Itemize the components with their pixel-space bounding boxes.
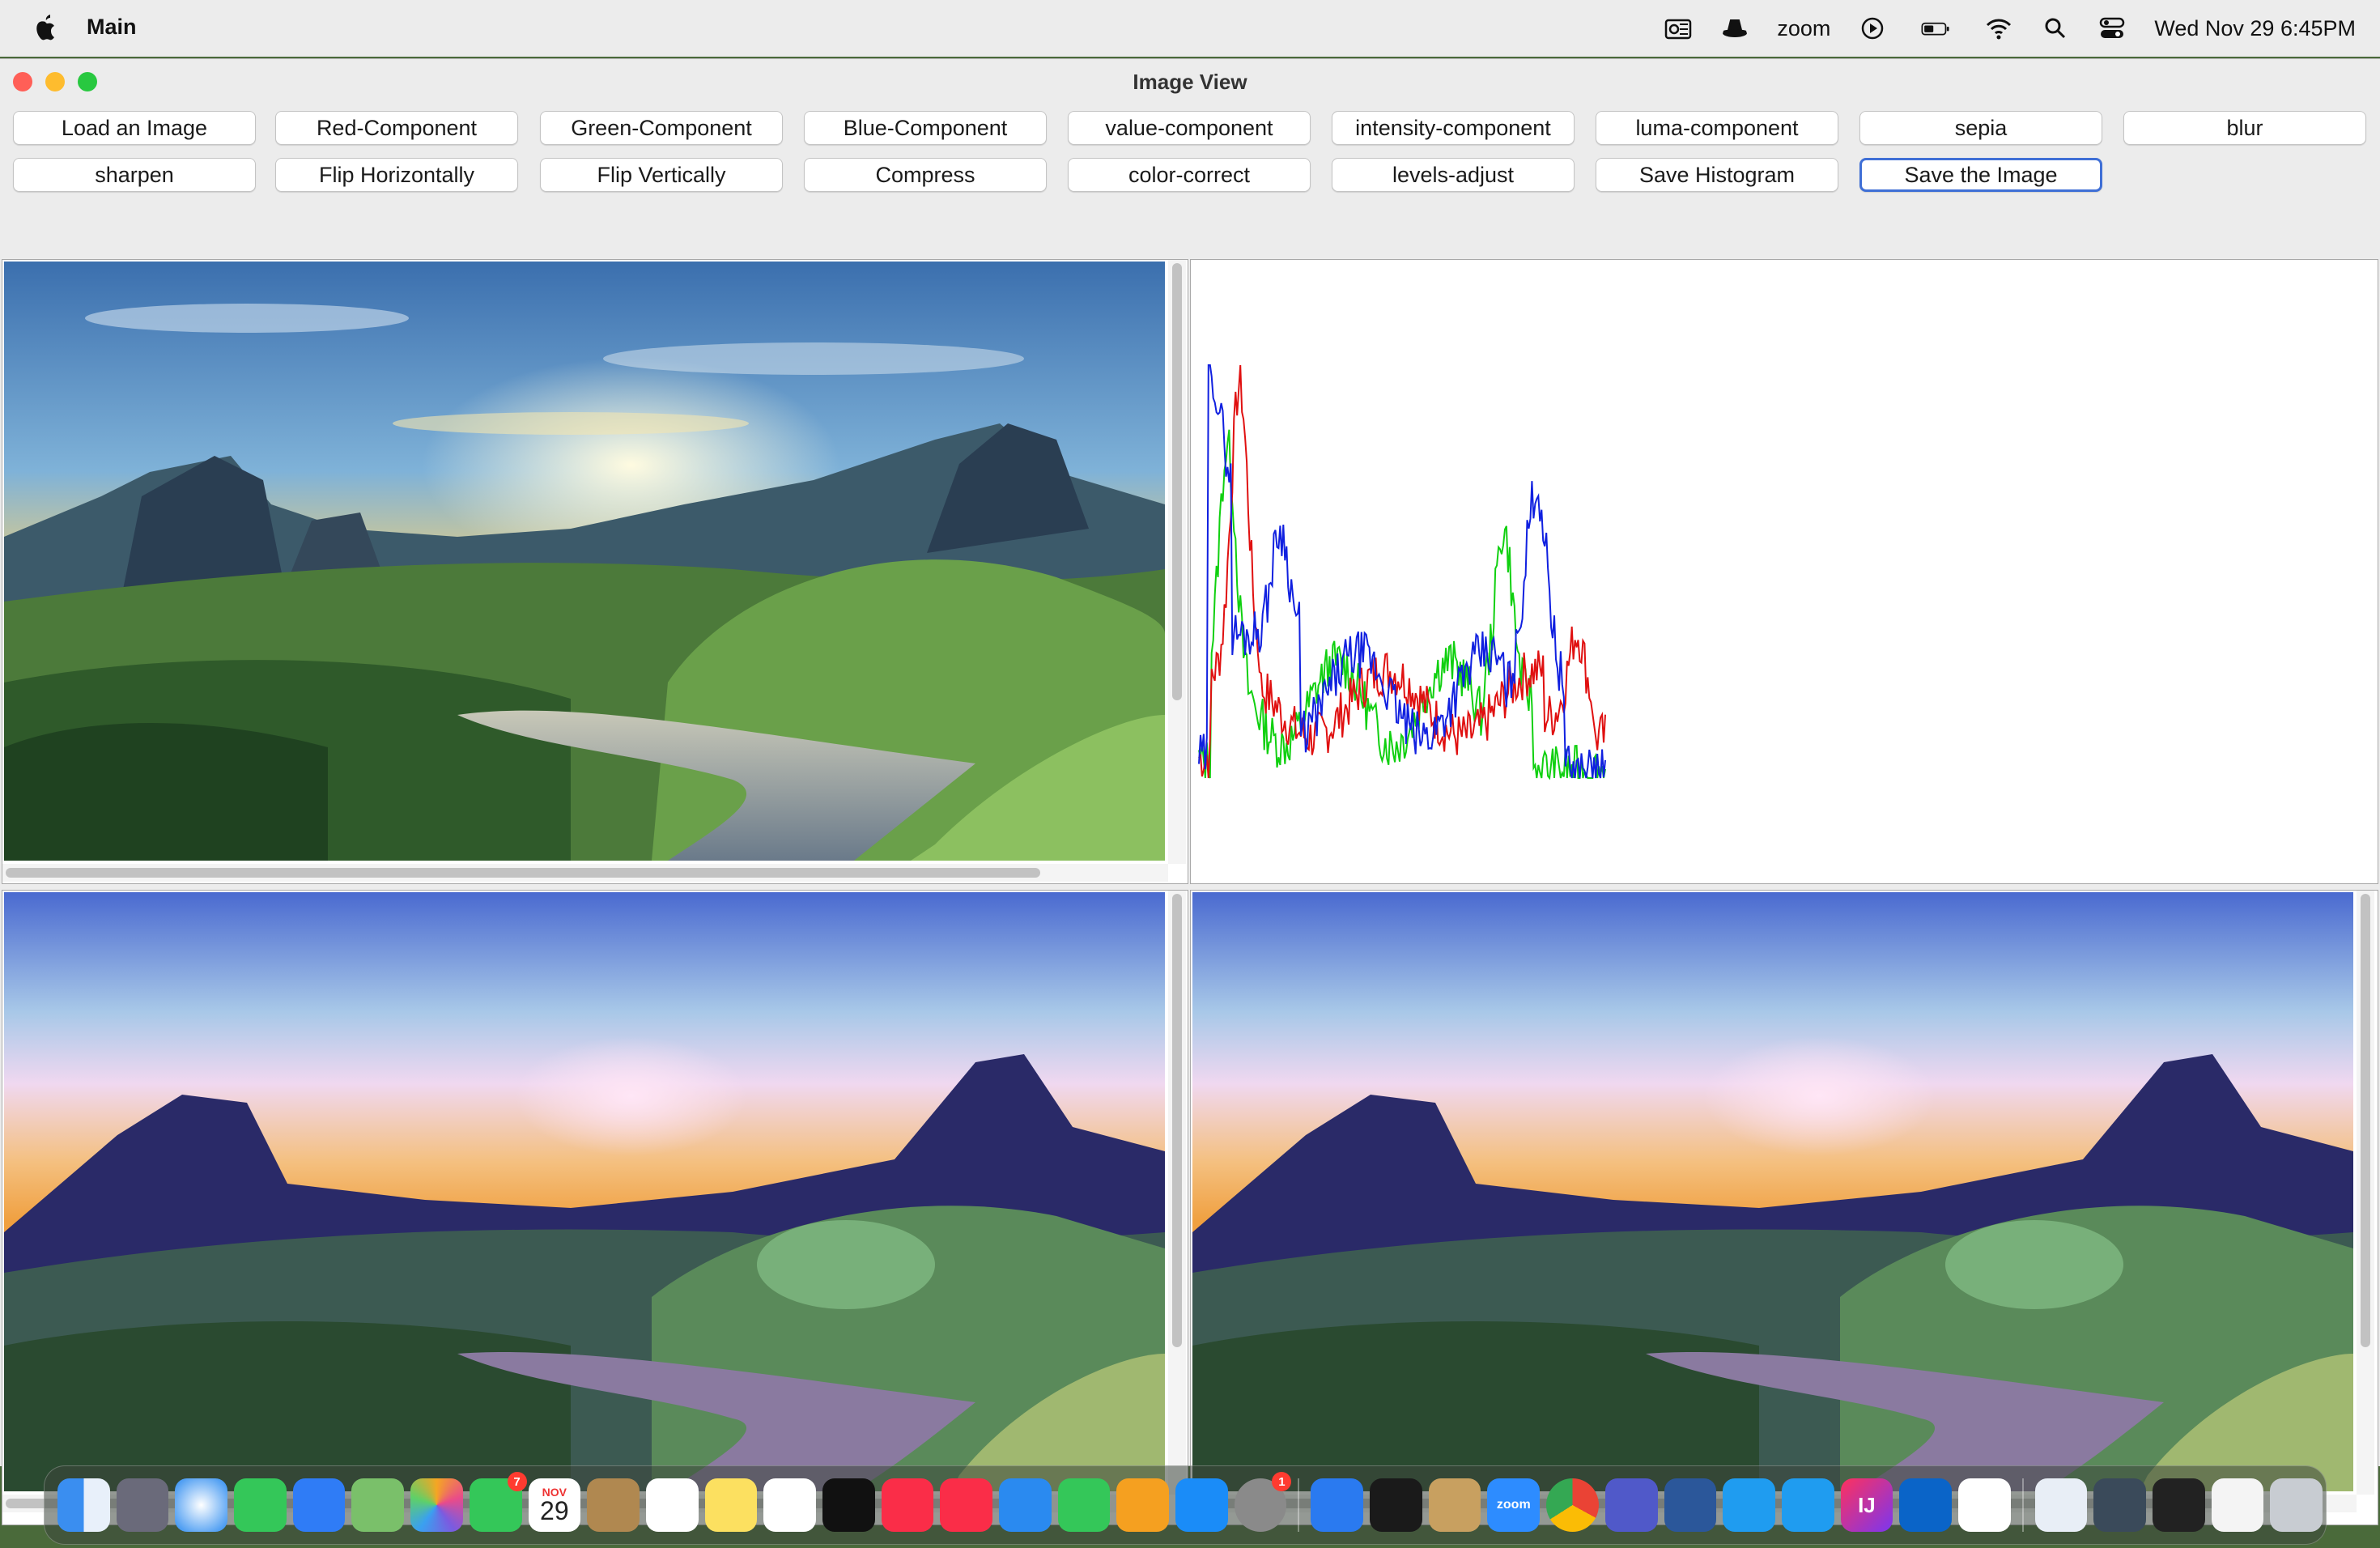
close-window-button[interactable] xyxy=(13,72,32,91)
finder-icon[interactable] xyxy=(57,1478,110,1532)
compressed-preview-image-copy xyxy=(1192,892,2353,1491)
trash-icon[interactable] xyxy=(2270,1478,2323,1532)
app-store-icon[interactable] xyxy=(1175,1478,1228,1532)
reminders-icon[interactable] xyxy=(645,1478,699,1532)
outlook-icon[interactable] xyxy=(1664,14,1693,43)
keynote-icon[interactable] xyxy=(999,1478,1052,1532)
original-image xyxy=(4,262,1165,861)
preview-left-vertical-scrollbar[interactable] xyxy=(1168,891,1186,1495)
color-correct-button[interactable]: color-correct xyxy=(1068,158,1311,192)
calendar-icon[interactable]: NOV 29 xyxy=(528,1478,581,1532)
blue-component-button[interactable]: Blue-Component xyxy=(804,111,1047,145)
facetime-icon[interactable]: 7 xyxy=(469,1472,527,1532)
app-menu-name[interactable]: Main xyxy=(87,15,137,40)
notes-icon[interactable] xyxy=(704,1478,758,1532)
messages-icon[interactable] xyxy=(234,1478,287,1532)
original-vertical-scrollbar[interactable] xyxy=(1168,260,1186,864)
intellij-icon[interactable]: IJ xyxy=(1840,1478,1893,1532)
system-settings-icon[interactable]: 1 xyxy=(1234,1472,1292,1532)
apple-tv-icon[interactable] xyxy=(822,1478,875,1532)
numbers-icon[interactable] xyxy=(1057,1478,1111,1532)
intensity-component-button[interactable]: intensity-component xyxy=(1332,111,1575,145)
preview-pane-right[interactable] xyxy=(1190,890,2378,1525)
levels-adjust-button[interactable]: levels-adjust xyxy=(1332,158,1575,192)
calendar-day: 29 xyxy=(540,1496,569,1525)
scroll-thumb[interactable] xyxy=(1172,263,1182,700)
word-icon[interactable] xyxy=(1664,1478,1717,1532)
preview-right-vertical-scrollbar[interactable] xyxy=(2357,891,2374,1495)
menu-bar: Main zoom Wed Nov 29 6:45PM xyxy=(0,0,2380,57)
luma-component-button[interactable]: luma-component xyxy=(1596,111,1838,145)
launchpad-icon[interactable] xyxy=(116,1478,169,1532)
green-component-button[interactable]: Green-Component xyxy=(540,111,783,145)
mail-icon[interactable] xyxy=(292,1478,346,1532)
button-row-1: Load an Image Red-Component Green-Compon… xyxy=(0,111,2380,148)
outlook-app-icon[interactable] xyxy=(1899,1478,1952,1532)
histogram xyxy=(1198,364,1606,780)
scroll-thumb[interactable] xyxy=(2361,894,2370,1347)
facetime-badge: 7 xyxy=(507,1472,527,1491)
battery-icon[interactable] xyxy=(1915,14,1957,43)
scroll-thumb[interactable] xyxy=(1172,894,1182,1347)
button-row-2: sharpen Flip Horizontally Flip Verticall… xyxy=(0,158,2380,195)
original-image-pane[interactable] xyxy=(2,259,1188,884)
save-image-button[interactable]: Save the Image xyxy=(1859,158,2102,192)
downloads-folder-icon[interactable] xyxy=(2211,1478,2264,1532)
blur-button[interactable]: blur xyxy=(2123,111,2366,145)
zoom-window-button[interactable] xyxy=(78,72,97,91)
flip-horizontally-button[interactable]: Flip Horizontally xyxy=(275,158,518,192)
zoom-app-icon[interactable]: zoom xyxy=(1487,1478,1541,1532)
search-icon[interactable] xyxy=(2041,14,2070,43)
scroll-thumb[interactable] xyxy=(6,868,1040,878)
terminal-icon[interactable] xyxy=(1370,1478,1422,1532)
red-component-button[interactable]: Red-Component xyxy=(275,111,518,145)
freeform-icon[interactable] xyxy=(763,1478,816,1532)
dock: 7 NOV 29 1 zoom IJ xyxy=(44,1465,2327,1545)
maps-icon[interactable] xyxy=(351,1478,405,1532)
minimize-window-button[interactable] xyxy=(45,72,65,91)
pages-icon[interactable] xyxy=(1116,1478,1170,1532)
control-center-icon[interactable] xyxy=(2097,14,2127,43)
bluetooth-icon[interactable] xyxy=(1311,1478,1364,1532)
incognito-icon[interactable] xyxy=(1720,14,1749,43)
window-title: Image View xyxy=(1133,69,1247,94)
load-image-button[interactable]: Load an Image xyxy=(13,111,256,145)
dock-separator xyxy=(2021,1478,2024,1532)
title-bar[interactable]: Image View xyxy=(0,59,2380,104)
paintbrush-icon[interactable] xyxy=(1428,1478,1481,1532)
dock-separator xyxy=(1298,1478,1300,1532)
desktop-folder-icon[interactable] xyxy=(2152,1478,2205,1532)
compressed-preview-image xyxy=(4,892,1165,1491)
news-icon[interactable] xyxy=(940,1478,992,1532)
chrome-icon[interactable] xyxy=(1546,1478,1599,1532)
apple-icon[interactable] xyxy=(31,11,60,44)
original-horizontal-scrollbar[interactable] xyxy=(2,864,1168,882)
java-icon[interactable] xyxy=(1957,1478,2011,1532)
sharpen-button[interactable]: sharpen xyxy=(13,158,256,192)
vscode-icon[interactable] xyxy=(1723,1478,1775,1532)
histogram-pane xyxy=(1190,259,2378,884)
preview-pane-left[interactable] xyxy=(2,890,1188,1525)
teams-icon[interactable] xyxy=(1604,1478,1658,1532)
settings-badge: 1 xyxy=(1272,1472,1292,1491)
play-icon[interactable] xyxy=(1858,14,1887,43)
photos-icon[interactable] xyxy=(410,1478,463,1532)
image-view-window: Image View Load an Image Red-Component G… xyxy=(0,58,2380,1525)
sepia-button[interactable]: sepia xyxy=(1859,111,2102,145)
menubar-datetime[interactable]: Wed Nov 29 6:45PM xyxy=(2154,16,2356,41)
compress-button[interactable]: Compress xyxy=(804,158,1047,192)
preview-icon[interactable] xyxy=(2034,1478,2088,1532)
image-grid xyxy=(0,201,2380,1525)
zoom-icon[interactable]: zoom xyxy=(1777,16,1830,41)
safari-icon[interactable] xyxy=(175,1478,228,1532)
value-component-button[interactable]: value-component xyxy=(1068,111,1311,145)
screenshot-icon[interactable] xyxy=(2093,1478,2146,1532)
vscode-insiders-icon[interactable] xyxy=(1781,1478,1834,1532)
save-histogram-button[interactable]: Save Histogram xyxy=(1596,158,1838,192)
wifi-icon[interactable] xyxy=(1984,14,2013,43)
contacts-icon[interactable] xyxy=(587,1478,640,1532)
music-icon[interactable] xyxy=(881,1478,934,1532)
flip-vertically-button[interactable]: Flip Vertically xyxy=(540,158,783,192)
